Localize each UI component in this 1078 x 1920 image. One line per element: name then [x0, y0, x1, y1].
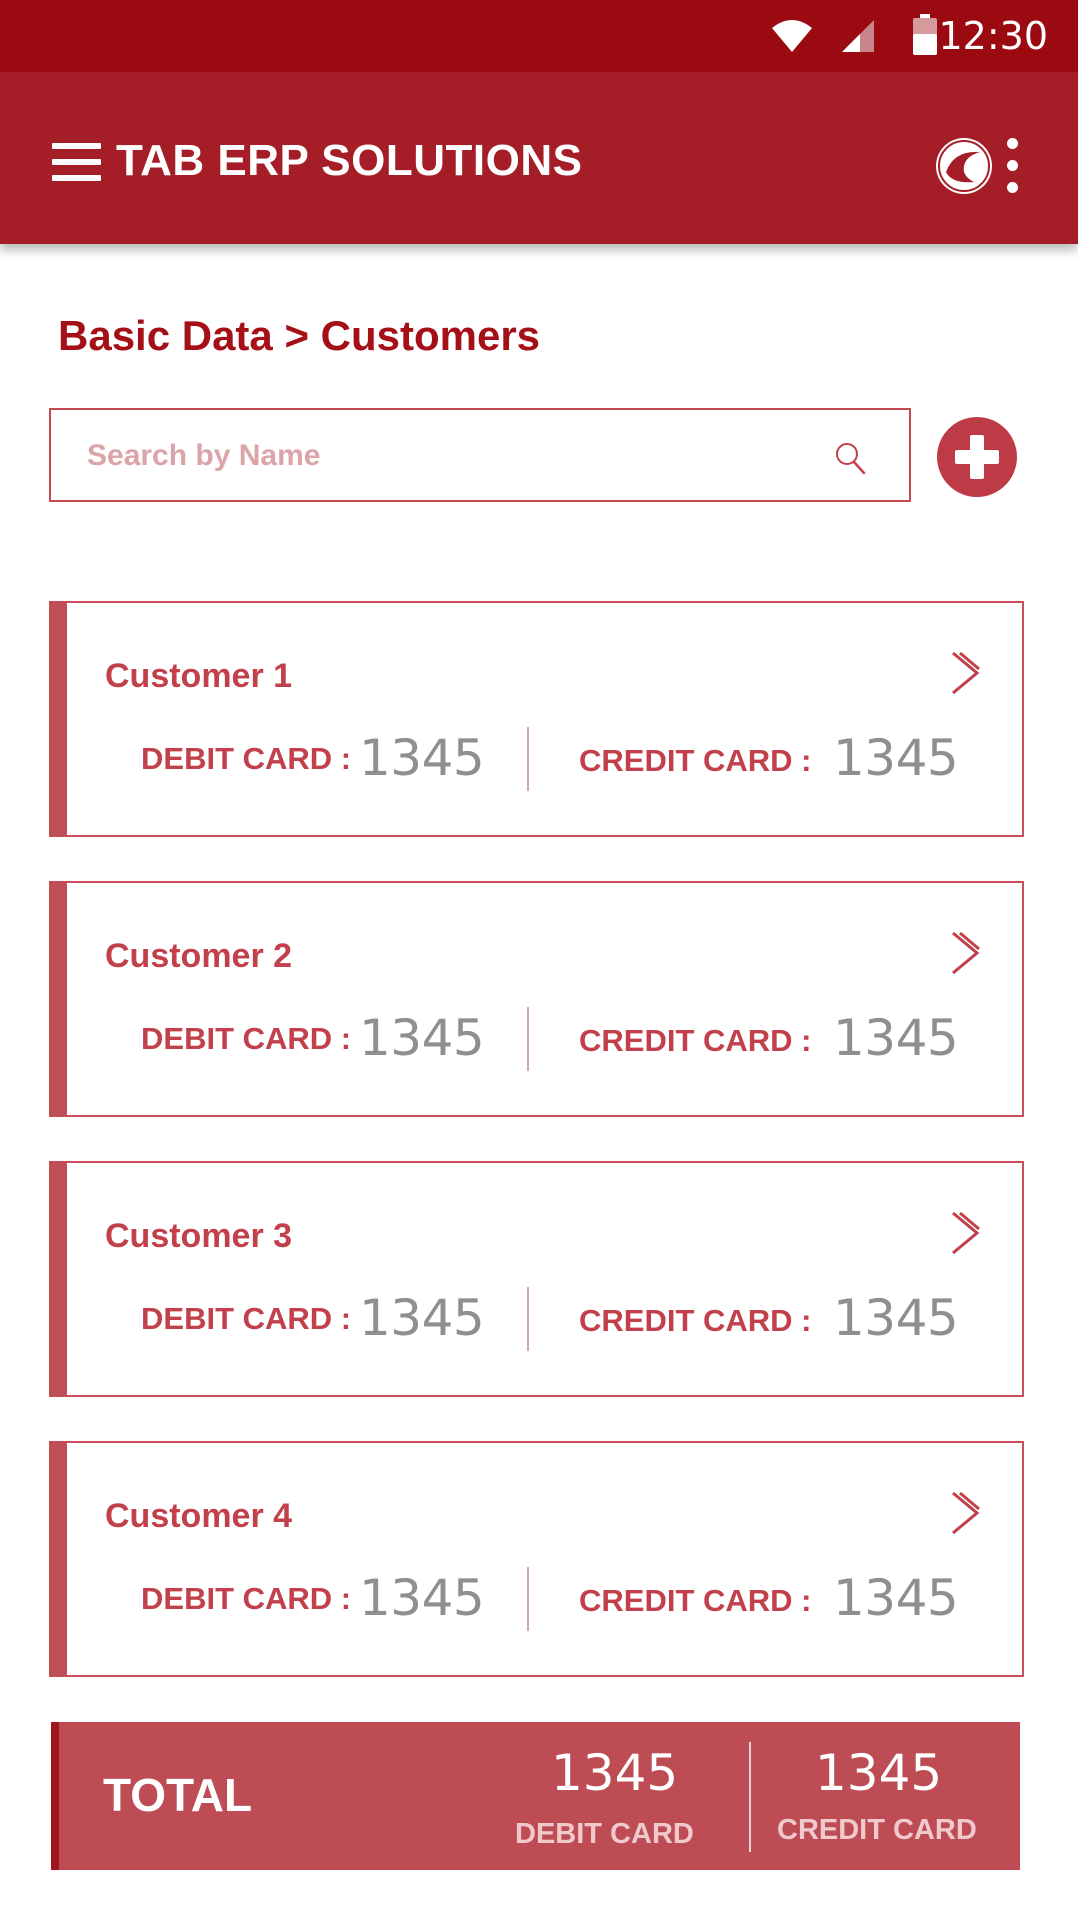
- app-title: TAB ERP SOLUTIONS: [116, 136, 583, 185]
- credit-card-value: 1345: [833, 1289, 959, 1347]
- chevron-right-icon[interactable]: [949, 1489, 983, 1537]
- debit-card-label: DEBIT CARD :: [141, 1581, 352, 1616]
- divider: [527, 727, 529, 791]
- search-input[interactable]: [85, 410, 849, 502]
- divider: [749, 1742, 751, 1852]
- customer-card[interactable]: Customer 2 DEBIT CARD : 1345 CREDIT CARD…: [49, 881, 1024, 1117]
- signal-icon: [842, 20, 874, 52]
- battery-icon: [913, 14, 937, 55]
- debit-card-value: 1345: [359, 1569, 485, 1627]
- menu-icon[interactable]: [52, 143, 101, 181]
- customer-name: Customer 4: [105, 1497, 293, 1535]
- credit-card-label: CREDIT CARD :: [579, 1583, 812, 1618]
- customer-card[interactable]: Customer 1 DEBIT CARD : 1345 CREDIT CARD…: [49, 601, 1024, 837]
- divider: [527, 1007, 529, 1071]
- customer-card[interactable]: Customer 3 DEBIT CARD : 1345 CREDIT CARD…: [49, 1161, 1024, 1397]
- divider: [527, 1287, 529, 1351]
- wifi-icon: [772, 20, 812, 52]
- debit-card-value: 1345: [359, 1289, 485, 1347]
- credit-card-label: CREDIT CARD :: [579, 743, 812, 778]
- total-bar: TOTAL 1345 DEBIT CARD 1345 CREDIT CARD: [51, 1722, 1020, 1870]
- search-icon[interactable]: [833, 440, 867, 476]
- credit-card-label: CREDIT CARD :: [579, 1303, 812, 1338]
- chevron-right-icon[interactable]: [949, 1209, 983, 1257]
- customer-name: Customer 2: [105, 937, 293, 975]
- debit-card-label: DEBIT CARD :: [141, 1021, 352, 1056]
- debit-card-label: DEBIT CARD :: [141, 1301, 352, 1336]
- total-debit-value: 1345: [551, 1744, 679, 1802]
- total-debit-label: DEBIT CARD: [515, 1818, 694, 1850]
- credit-card-label: CREDIT CARD :: [579, 1023, 812, 1058]
- add-customer-button[interactable]: [937, 417, 1017, 497]
- debit-card-value: 1345: [359, 729, 485, 787]
- status-bar: 12:30: [0, 0, 1078, 72]
- total-label: TOTAL: [103, 1769, 253, 1821]
- divider: [527, 1567, 529, 1631]
- customer-name: Customer 1: [105, 657, 293, 695]
- customer-card[interactable]: Customer 4 DEBIT CARD : 1345 CREDIT CARD…: [49, 1441, 1024, 1677]
- credit-card-value: 1345: [833, 1009, 959, 1067]
- search-box: [49, 408, 911, 502]
- total-credit-label: CREDIT CARD: [777, 1814, 977, 1846]
- debit-card-value: 1345: [359, 1009, 485, 1067]
- credit-card-value: 1345: [833, 1569, 959, 1627]
- debit-card-label: DEBIT CARD :: [141, 741, 352, 776]
- total-credit-value: 1345: [815, 1744, 943, 1802]
- more-vert-icon[interactable]: [1004, 138, 1020, 194]
- chevron-right-icon[interactable]: [949, 649, 983, 697]
- customer-name: Customer 3: [105, 1217, 293, 1255]
- status-time: 12:30: [938, 14, 1048, 58]
- app-bar: TAB ERP SOLUTIONS: [0, 72, 1078, 244]
- chevron-right-icon[interactable]: [949, 929, 983, 977]
- credit-card-value: 1345: [833, 729, 959, 787]
- app-logo-icon[interactable]: [934, 136, 994, 196]
- breadcrumb: Basic Data > Customers: [58, 312, 541, 359]
